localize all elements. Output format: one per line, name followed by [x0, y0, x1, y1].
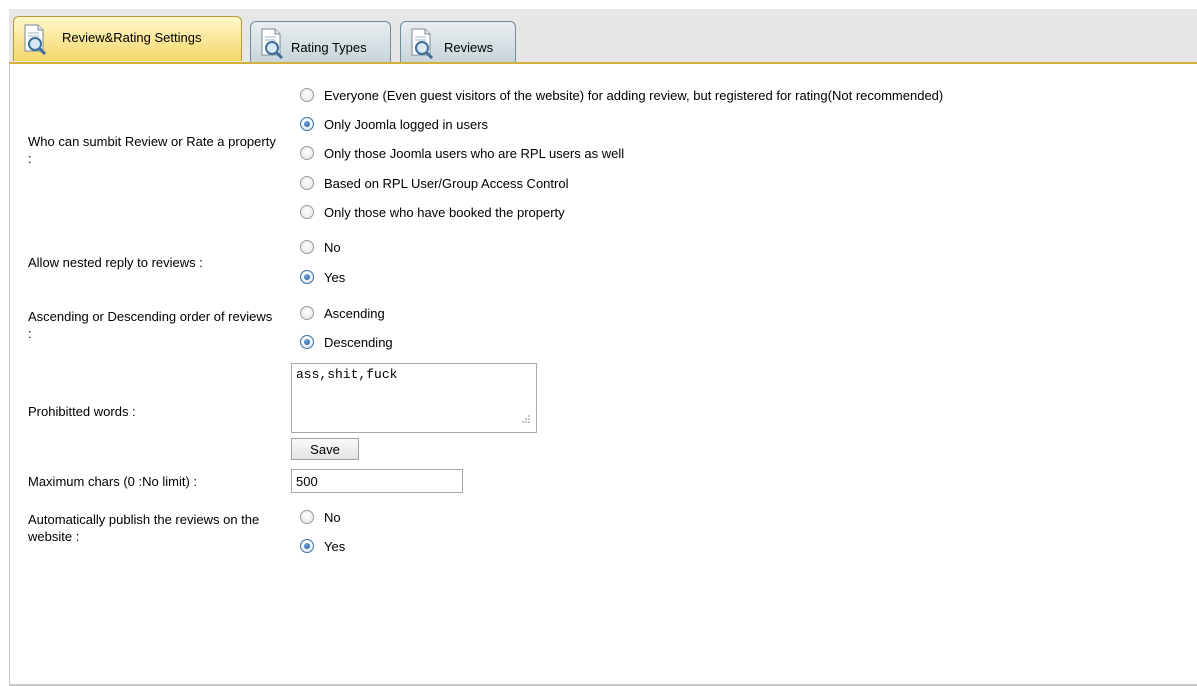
tab-label: Reviews [444, 40, 494, 55]
radio-button-selected[interactable] [300, 539, 314, 553]
tab-review-rating-settings[interactable]: Review&Rating Settings [13, 16, 242, 61]
radio-button[interactable] [300, 146, 314, 160]
prohibited-words-label: Prohibitted words : [28, 404, 136, 419]
option-label: Yes [324, 539, 346, 554]
option-label: Only those Joomla users who are RPL user… [324, 146, 625, 161]
option-label: Yes [324, 270, 346, 285]
tab-rating-types[interactable]: Rating Types [250, 21, 391, 62]
option-label: Only those who have booked the property [324, 205, 565, 220]
radio-button-selected[interactable] [300, 270, 314, 284]
order-label: Ascending or Descending order of reviews… [28, 309, 273, 341]
option-label: No [324, 510, 341, 525]
radio-button[interactable] [300, 510, 314, 524]
option-label: Only Joomla logged in users [324, 117, 489, 132]
max-chars-input[interactable] [291, 469, 463, 493]
radio-button[interactable] [300, 176, 314, 190]
auto-publish-label: Automatically publish the reviews on the… [28, 512, 260, 544]
radio-button[interactable] [300, 88, 314, 102]
who-can-submit-label: Who can sumbit Review or Rate a property… [28, 134, 276, 166]
option-label: Ascending [324, 306, 385, 321]
tab-label: Rating Types [291, 40, 367, 55]
prohibited-words-textarea[interactable]: ass,shit,fuck [291, 363, 537, 433]
document-magnifier-icon [21, 23, 49, 56]
document-magnifier-icon [258, 27, 286, 60]
radio-button[interactable] [300, 205, 314, 219]
document-magnifier-icon [408, 27, 436, 60]
option-label: Based on RPL User/Group Access Control [324, 176, 569, 191]
option-label: Descending [324, 335, 393, 350]
radio-button-selected[interactable] [300, 117, 314, 131]
save-button[interactable]: Save [291, 438, 359, 460]
resize-grip-icon[interactable] [519, 414, 531, 426]
tab-label: Review&Rating Settings [62, 30, 202, 45]
option-label: Everyone (Even guest visitors of the web… [324, 88, 944, 103]
radio-button-selected[interactable] [300, 335, 314, 349]
nested-reply-label: Allow nested reply to reviews : [28, 255, 203, 270]
radio-button[interactable] [300, 240, 314, 254]
tab-reviews[interactable]: Reviews [400, 21, 516, 62]
max-chars-label: Maximum chars (0 :No limit) : [28, 474, 198, 489]
tab-bar: Review&Rating Settings Rating Types Revi… [9, 9, 1197, 62]
radio-button[interactable] [300, 306, 314, 320]
option-label: No [324, 240, 341, 255]
